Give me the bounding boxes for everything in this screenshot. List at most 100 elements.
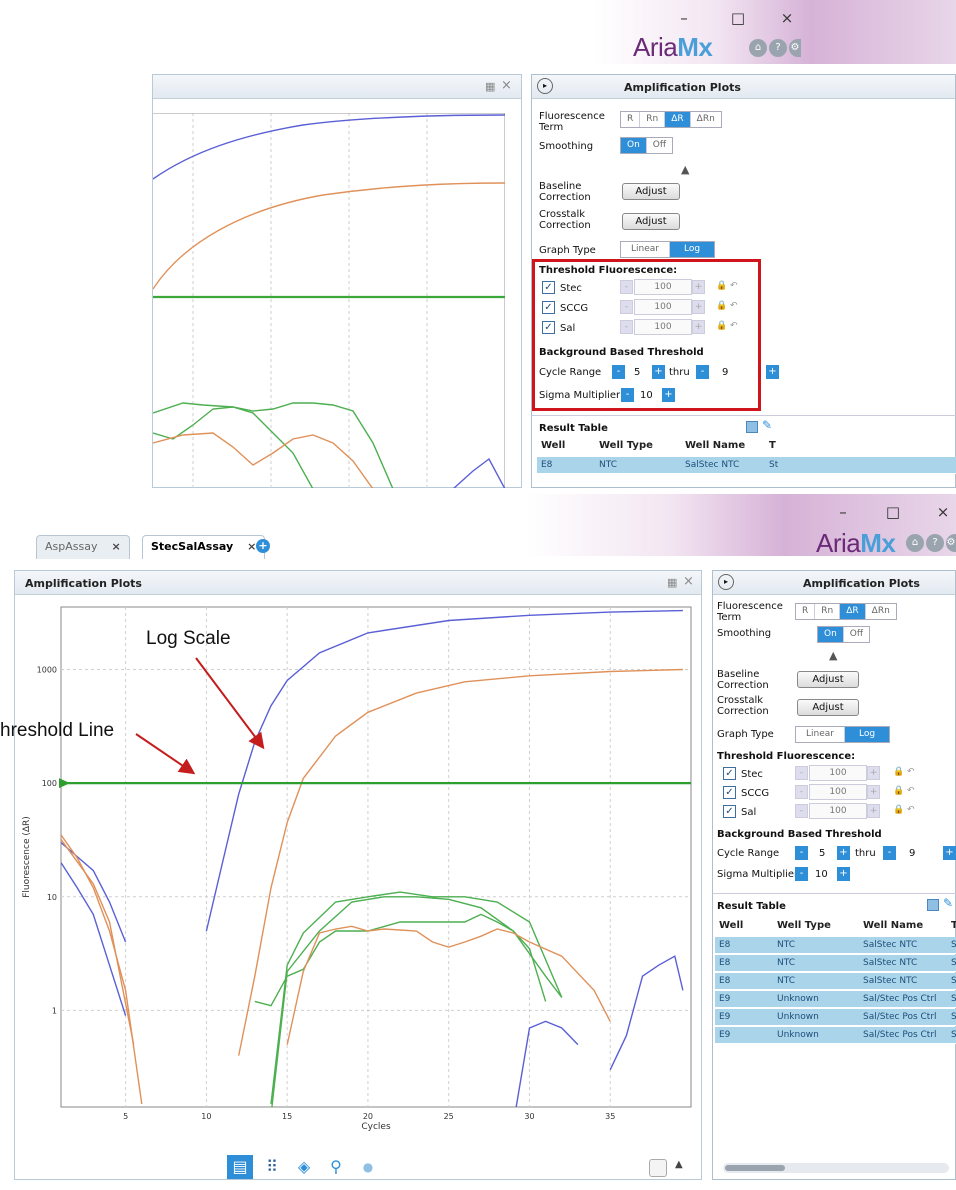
fluorescence-term-selector[interactable]: R Rn ΔR ΔRn: [620, 111, 722, 128]
target-icon[interactable]: ◈: [291, 1155, 317, 1179]
fluorescence-option-r[interactable]: R: [621, 112, 641, 127]
collapse-icon[interactable]: ▸: [537, 78, 553, 94]
graph-type-log[interactable]: Log: [844, 727, 890, 742]
sccg-plus[interactable]: +: [867, 785, 880, 799]
sccg-threshold-value[interactable]: 100: [634, 299, 692, 315]
undo-icon[interactable]: ↶: [730, 321, 738, 331]
crosstalk-adjust-button[interactable]: Adjust: [622, 213, 680, 230]
sigma-value[interactable]: 10: [640, 390, 653, 401]
baseline-adjust-button[interactable]: Adjust: [797, 671, 859, 688]
minimize-button[interactable]: –: [673, 9, 695, 27]
expand-arrow-icon[interactable]: ▲: [829, 649, 837, 662]
stec-plus[interactable]: +: [692, 280, 705, 294]
sal-checkbox[interactable]: ✓: [723, 805, 736, 818]
graph-type-log[interactable]: Log: [669, 242, 715, 257]
cycle-from-minus[interactable]: -: [795, 846, 808, 860]
table-settings-icon[interactable]: [746, 421, 758, 433]
sccg-minus[interactable]: -: [620, 300, 633, 314]
undo-icon[interactable]: ↶: [907, 786, 915, 796]
minimize-button[interactable]: –: [832, 503, 854, 521]
home-icon[interactable]: ⌂: [906, 534, 924, 552]
smoothing-on[interactable]: On: [621, 138, 647, 153]
cycle-to-minus[interactable]: -: [696, 365, 709, 379]
lock-icon[interactable]: 🔒: [716, 321, 727, 331]
help-icon[interactable]: ?: [769, 39, 787, 57]
smoothing-off[interactable]: Off: [844, 627, 869, 642]
table-settings-icon[interactable]: [927, 899, 939, 911]
expand-arrow-icon[interactable]: ▲: [681, 163, 689, 176]
sigma-plus[interactable]: +: [662, 388, 675, 402]
graph-type-linear[interactable]: Linear: [621, 242, 670, 257]
sal-plus[interactable]: +: [692, 320, 705, 334]
stec-minus[interactable]: -: [620, 280, 633, 294]
sigma-value[interactable]: 10: [815, 869, 828, 880]
smoothing-on[interactable]: On: [818, 627, 844, 642]
dock-icon[interactable]: ▦: [485, 80, 495, 93]
maximize-button[interactable]: □: [882, 503, 904, 521]
stec-threshold-value[interactable]: 100: [634, 279, 692, 295]
table-row[interactable]: E8 NTC SalStec NTC S: [715, 937, 956, 954]
export-icon[interactable]: [649, 1159, 667, 1177]
sal-minus[interactable]: -: [620, 320, 633, 334]
sccg-checkbox[interactable]: ✓: [723, 786, 736, 799]
sal-threshold-value[interactable]: 100: [809, 803, 867, 819]
lock-icon[interactable]: 🔒: [716, 281, 727, 291]
undo-icon[interactable]: ↶: [730, 301, 738, 311]
sal-plus[interactable]: +: [867, 804, 880, 818]
edit-pencil-icon[interactable]: ✎: [762, 418, 772, 432]
cycle-to-minus[interactable]: -: [883, 846, 896, 860]
smoothing-toggle[interactable]: On Off: [620, 137, 674, 154]
scrollbar-thumb[interactable]: [725, 1165, 785, 1171]
lock-icon[interactable]: 🔒: [716, 301, 727, 311]
fluorescence-option-delta-r[interactable]: ΔR: [840, 604, 866, 619]
graph-type-selector[interactable]: Linear Log: [795, 726, 891, 743]
sccg-plus[interactable]: +: [692, 300, 705, 314]
cycle-from-value[interactable]: 5: [819, 848, 825, 859]
dot-icon[interactable]: ●: [355, 1155, 381, 1179]
sal-minus[interactable]: -: [795, 804, 808, 818]
table-row[interactable]: E8 NTC SalStec NTC St: [537, 457, 956, 474]
lock-icon[interactable]: 🔒: [893, 767, 904, 777]
edit-pencil-icon[interactable]: ✎: [943, 896, 953, 910]
cycle-from-value[interactable]: 5: [634, 367, 640, 378]
close-icon[interactable]: ×: [501, 78, 512, 93]
graph-type-linear[interactable]: Linear: [796, 727, 845, 742]
fluorescence-option-rn[interactable]: Rn: [640, 112, 666, 127]
stec-minus[interactable]: -: [795, 766, 808, 780]
help-icon[interactable]: ?: [926, 534, 944, 552]
grid-view-icon[interactable]: ⠿: [259, 1155, 285, 1179]
undo-icon[interactable]: ↶: [907, 767, 915, 777]
stec-checkbox[interactable]: ✓: [723, 767, 736, 780]
cycle-to-value[interactable]: 9: [722, 367, 728, 378]
cycle-to-plus[interactable]: +: [943, 846, 956, 860]
baseline-adjust-button[interactable]: Adjust: [622, 183, 680, 200]
sccg-threshold-value[interactable]: 100: [809, 784, 867, 800]
zoom-icon[interactable]: ⚲: [323, 1155, 349, 1179]
fluorescence-option-delta-r[interactable]: ΔR: [665, 112, 691, 127]
cycle-to-value[interactable]: 9: [909, 848, 915, 859]
fluorescence-option-rn[interactable]: Rn: [815, 604, 841, 619]
collapse-icon[interactable]: ▸: [718, 574, 734, 590]
horizontal-scrollbar[interactable]: [723, 1163, 949, 1173]
lock-icon[interactable]: 🔒: [893, 805, 904, 815]
sccg-minus[interactable]: -: [795, 785, 808, 799]
fluorescence-term-selector[interactable]: R Rn ΔR ΔRn: [795, 603, 897, 620]
sigma-minus[interactable]: -: [621, 388, 634, 402]
chevron-up-icon[interactable]: ▲: [675, 1159, 683, 1170]
table-row[interactable]: E9 Unknown Sal/Stec Pos Ctrl S: [715, 1027, 956, 1044]
close-button[interactable]: ×: [776, 9, 798, 27]
cycle-from-plus[interactable]: +: [837, 846, 850, 860]
sigma-minus[interactable]: -: [795, 867, 808, 881]
smoothing-toggle[interactable]: On Off: [817, 626, 871, 643]
close-button[interactable]: ×: [932, 503, 954, 521]
undo-icon[interactable]: ↶: [907, 805, 915, 815]
sal-checkbox[interactable]: ✓: [542, 321, 555, 334]
settings-icon[interactable]: ⚙: [789, 39, 801, 57]
stec-plus[interactable]: +: [867, 766, 880, 780]
cycle-to-plus[interactable]: +: [766, 365, 779, 379]
table-row[interactable]: E8 NTC SalStec NTC S: [715, 973, 956, 990]
lock-icon[interactable]: 🔒: [893, 786, 904, 796]
table-row[interactable]: E9 Unknown Sal/Stec Pos Ctrl S: [715, 991, 956, 1008]
crosstalk-adjust-button[interactable]: Adjust: [797, 699, 859, 716]
sccg-checkbox[interactable]: ✓: [542, 301, 555, 314]
